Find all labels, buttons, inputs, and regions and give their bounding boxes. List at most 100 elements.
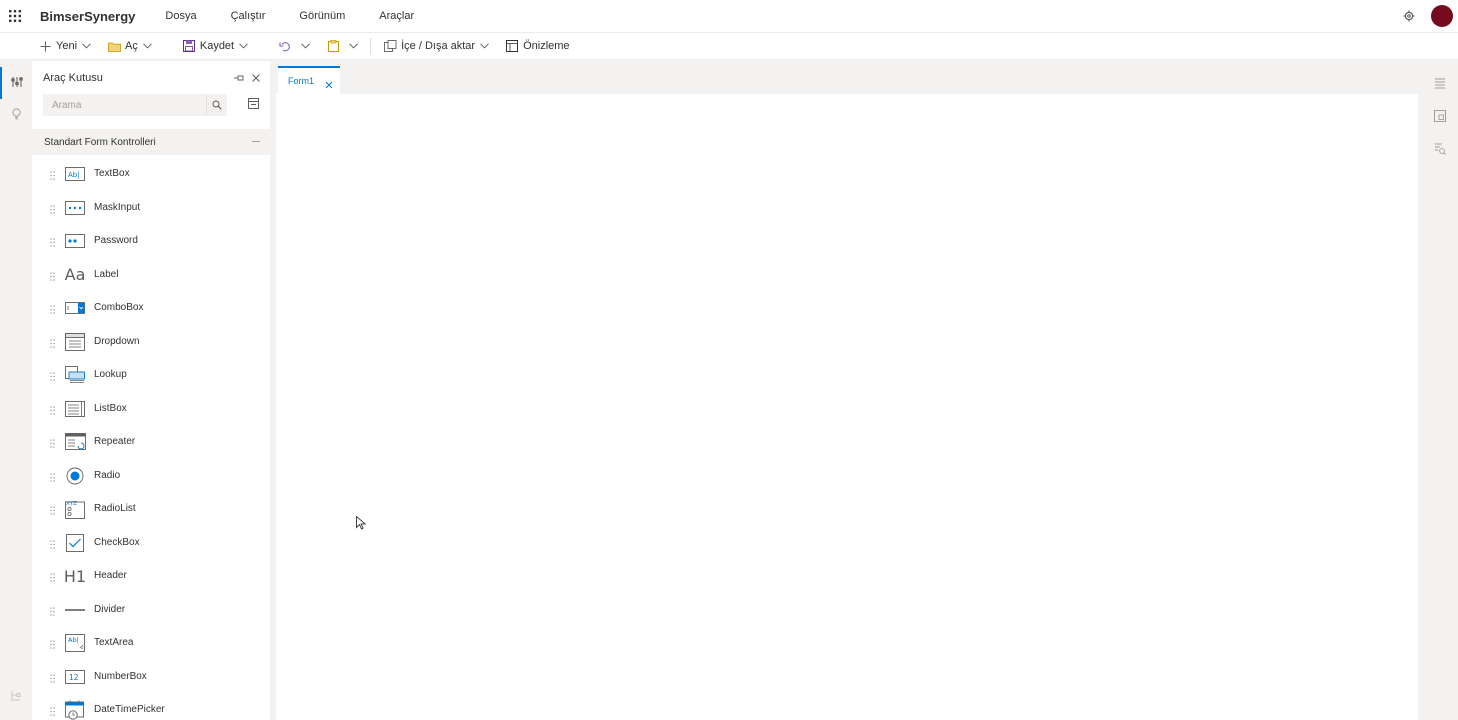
- import-export-button[interactable]: İçe / Dışa aktar: [383, 32, 489, 60]
- toolbox-panel: Araç Kutusu Standart Form Kontrolleri Ab…: [32, 61, 270, 720]
- drag-handle-icon[interactable]: [50, 605, 55, 616]
- rules-rail-button[interactable]: [0, 99, 32, 131]
- textbox-glyph: Ab|: [68, 171, 80, 179]
- toolbox-item-textbox[interactable]: Ab| TextBox: [32, 157, 270, 191]
- preview-button[interactable]: Önizleme: [505, 32, 570, 60]
- chevron-down-icon: [349, 42, 358, 51]
- section-title: Standart Form Kontrolleri: [44, 136, 156, 148]
- app-launcher-icon[interactable]: [0, 0, 30, 32]
- toolbox-icon: [11, 76, 23, 91]
- drag-handle-icon[interactable]: [50, 437, 55, 448]
- search-box: [43, 94, 227, 116]
- toolbox-item-radiolist[interactable]: XYZ RadioList: [32, 492, 270, 526]
- toolbox-item-label: ListBox: [94, 402, 127, 414]
- toolbox-item-numberbox[interactable]: 12 NumberBox: [32, 660, 270, 694]
- control-list: Ab| TextBox MaskInput Password Aa Label …: [32, 157, 270, 720]
- toolbox-item-repeater[interactable]: Repeater: [32, 425, 270, 459]
- open-button-label: Aç: [125, 40, 138, 52]
- chevron-down-icon: [301, 42, 310, 51]
- toolbox-title: Araç Kutusu: [43, 72, 103, 84]
- avatar[interactable]: [1431, 5, 1453, 27]
- mouse-cursor-icon: [356, 515, 367, 530]
- search-input[interactable]: [44, 99, 204, 111]
- close-icon[interactable]: [250, 72, 262, 84]
- search-icon[interactable]: [206, 95, 226, 115]
- new-button[interactable]: Yeni: [38, 32, 91, 60]
- drag-handle-icon[interactable]: [50, 236, 55, 247]
- repeater-icon: [64, 431, 86, 453]
- form-design-canvas[interactable]: [276, 94, 1418, 720]
- clipboard-icon: [326, 39, 340, 53]
- save-button[interactable]: Kaydet: [182, 32, 248, 60]
- collapse-all-icon[interactable]: [248, 98, 260, 110]
- dropdown-icon: [64, 331, 86, 353]
- toolbox-item-listbox[interactable]: ListBox: [32, 392, 270, 426]
- drag-handle-icon[interactable]: [50, 337, 55, 348]
- tab-form1[interactable]: Form1: [278, 66, 340, 94]
- drag-handle-icon[interactable]: [50, 169, 55, 180]
- pin-icon[interactable]: [233, 72, 245, 84]
- password-icon: [64, 230, 86, 252]
- drag-handle-icon[interactable]: [50, 571, 55, 582]
- drag-handle-icon[interactable]: [50, 404, 55, 415]
- drag-handle-icon[interactable]: [50, 270, 55, 281]
- paste-button[interactable]: [326, 32, 358, 60]
- undo-button[interactable]: [278, 32, 310, 60]
- listbox-icon: [64, 398, 86, 420]
- toolbox-item-checkbox[interactable]: CheckBox: [32, 526, 270, 560]
- layout-icon[interactable]: [1434, 110, 1446, 122]
- toolbox-item-header[interactable]: H1 Header: [32, 559, 270, 593]
- textarea-icon: Ab|: [64, 632, 86, 654]
- toolbox-item-maskinput[interactable]: MaskInput: [32, 191, 270, 225]
- chevron-down-icon: [480, 42, 489, 51]
- app-brand[interactable]: BimserSynergy: [40, 9, 135, 24]
- toolbox-item-combobox[interactable]: ComboBox: [32, 291, 270, 325]
- toolbox-item-lookup[interactable]: Lookup: [32, 358, 270, 392]
- toolbox-item-label: Dropdown: [94, 335, 140, 347]
- menu-dosya[interactable]: Dosya: [165, 10, 196, 22]
- gear-icon[interactable]: [1401, 8, 1417, 24]
- search-document-icon[interactable]: [1434, 143, 1446, 155]
- numberbox-glyph: 12: [69, 673, 79, 682]
- toolbox-item-divider[interactable]: Divider: [32, 593, 270, 627]
- toolbox-item-label: DateTimePicker: [94, 704, 165, 715]
- toolbox-item-datetimepicker[interactable]: DateTimePicker: [32, 693, 270, 720]
- toolbox-item-label: Repeater: [94, 436, 136, 447]
- drag-handle-icon[interactable]: [50, 370, 55, 381]
- menu-araclar[interactable]: Araçlar: [379, 10, 414, 22]
- toolbox-item-password[interactable]: Password: [32, 224, 270, 258]
- toolbox-item-radio[interactable]: Radio: [32, 459, 270, 493]
- toolbox-item-label: MaskInput: [94, 201, 141, 213]
- close-icon[interactable]: [325, 78, 333, 89]
- toolbox-item-label: NumberBox: [94, 670, 147, 682]
- header-icon: H1: [63, 566, 87, 586]
- chevron-down-icon: [239, 42, 248, 51]
- right-rail: [1420, 61, 1458, 720]
- drag-handle-icon[interactable]: [50, 705, 55, 716]
- properties-icon[interactable]: [1434, 77, 1446, 89]
- textbox-icon: Ab|: [64, 163, 86, 185]
- preview-label: Önizleme: [523, 40, 570, 52]
- settings-tree-icon[interactable]: [10, 690, 22, 702]
- menu-gorunum[interactable]: Görünüm: [299, 10, 345, 22]
- toolbox-rail-button[interactable]: [0, 67, 32, 99]
- open-button[interactable]: Aç: [107, 32, 152, 60]
- toolbox-item-textarea[interactable]: Ab| TextArea: [32, 626, 270, 660]
- drag-handle-icon[interactable]: [50, 303, 55, 314]
- drag-handle-icon[interactable]: [50, 471, 55, 482]
- toolbox-item-label: RadioList: [94, 503, 136, 514]
- standard-controls-section-header[interactable]: Standart Form Kontrolleri: [32, 129, 270, 155]
- collapse-section-icon[interactable]: [252, 141, 260, 142]
- drag-handle-icon[interactable]: [50, 672, 55, 683]
- save-button-label: Kaydet: [199, 40, 235, 52]
- drag-handle-icon[interactable]: [50, 638, 55, 649]
- drag-handle-icon[interactable]: [50, 504, 55, 515]
- drag-handle-icon[interactable]: [50, 538, 55, 549]
- numberbox-icon: 12: [64, 666, 86, 688]
- toolbox-item-label[interactable]: Aa Label: [32, 258, 270, 292]
- plus-icon: [38, 39, 52, 53]
- drag-handle-icon[interactable]: [50, 203, 55, 214]
- toolbox-item-dropdown[interactable]: Dropdown: [32, 325, 270, 359]
- import-export-label: İçe / Dışa aktar: [401, 40, 476, 52]
- menu-calistir[interactable]: Çalıştır: [231, 10, 266, 22]
